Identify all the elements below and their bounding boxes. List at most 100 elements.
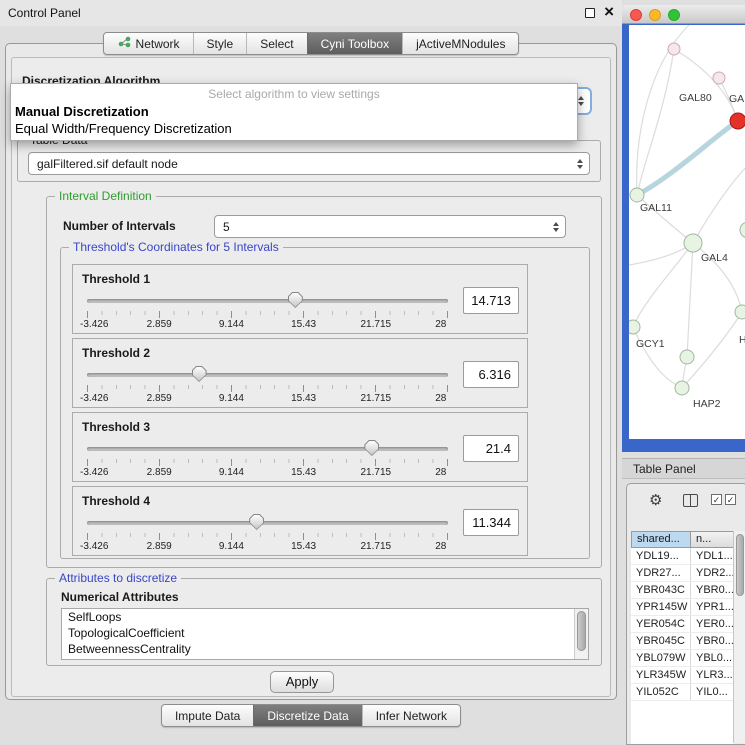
tab-discretize-data[interactable]: Discretize Data xyxy=(253,705,361,726)
tab-select[interactable]: Select xyxy=(246,33,306,54)
tab-impute-data[interactable]: Impute Data xyxy=(162,705,253,726)
table-row[interactable]: YLR345WYLR3... xyxy=(631,667,734,684)
list-item[interactable]: SelfLoops xyxy=(62,609,588,625)
table-row[interactable]: YPR145WYPR1... xyxy=(631,599,734,616)
scale-label: 28 xyxy=(435,393,446,404)
table-row[interactable]: YDR27...YDR2... xyxy=(631,565,734,582)
scale-label: -3.426 xyxy=(80,319,108,330)
tab-label: Cyni Toolbox xyxy=(321,37,389,51)
control-panel-titlebar: Control Panel × xyxy=(0,0,622,26)
apply-button[interactable]: Apply xyxy=(270,671,334,693)
table-data-combobox[interactable]: galFiltered.sif default node xyxy=(28,152,590,175)
table-row[interactable]: YBR045CYBR0... xyxy=(631,633,734,650)
table-cell: YLR345W xyxy=(631,667,691,683)
table-cell: YPR145W xyxy=(631,599,691,615)
highlighted-edge[interactable] xyxy=(637,123,735,195)
network-window-titlebar[interactable] xyxy=(622,5,745,24)
scale-label: 28 xyxy=(435,319,446,330)
slider-track[interactable] xyxy=(87,447,448,451)
close-traffic-light[interactable] xyxy=(630,9,642,21)
columns-icon[interactable] xyxy=(683,494,698,507)
table-row[interactable]: YBL079WYBL0... xyxy=(631,650,734,667)
dropdown-option-manual-discretization[interactable]: Manual Discretization xyxy=(11,103,577,120)
number-of-intervals-label: Number of Intervals xyxy=(63,219,176,233)
float-window-icon[interactable] xyxy=(585,8,595,18)
threshold-slider[interactable] xyxy=(87,514,447,532)
slider-handle[interactable] xyxy=(288,292,303,308)
scale-label: 21.715 xyxy=(361,319,392,330)
network-node[interactable] xyxy=(740,222,745,238)
table-row[interactable]: YIL052CYIL0... xyxy=(631,684,734,701)
table-scrollbar[interactable] xyxy=(733,531,745,743)
network-node[interactable] xyxy=(630,188,644,202)
slider-track[interactable] xyxy=(87,373,448,377)
network-node[interactable] xyxy=(735,305,745,319)
dropdown-option-equal-width[interactable]: Equal Width/Frequency Discretization xyxy=(11,120,577,137)
gear-icon[interactable]: ⚙ xyxy=(649,491,662,509)
network-node[interactable] xyxy=(629,320,640,334)
scale-label: -3.426 xyxy=(80,541,108,552)
algorithm-dropdown-list: Select algorithm to view settings Manual… xyxy=(10,83,578,141)
slider-handle[interactable] xyxy=(364,440,379,456)
scale-label: 21.715 xyxy=(361,393,392,404)
threshold-box: Threshold 4 -3.426 2.859 9.144 15.43 21.… xyxy=(72,486,528,556)
scale-label: 2.859 xyxy=(147,393,172,404)
selected-network-node[interactable] xyxy=(730,113,745,129)
slider-track[interactable] xyxy=(87,299,448,303)
network-node[interactable] xyxy=(680,350,694,364)
scrollbar-thumb[interactable] xyxy=(736,534,744,596)
threshold-slider[interactable] xyxy=(87,366,447,384)
network-node[interactable] xyxy=(684,234,702,252)
select-columns-icon[interactable]: ✓ ✓ xyxy=(711,494,736,505)
network-node[interactable] xyxy=(713,72,725,84)
network-canvas[interactable]: GAL80 GA GAL11 GAL4 GCY1 HAP2 H xyxy=(629,25,745,439)
interval-definition-group: Interval Definition Number of Intervals … xyxy=(46,196,602,568)
table-cell: YLR3... xyxy=(691,667,734,683)
threshold-value-field[interactable] xyxy=(463,287,519,314)
threshold-value-field[interactable] xyxy=(463,435,519,462)
table-row[interactable]: YDL19...YDL1... xyxy=(631,548,734,565)
slider-handle[interactable] xyxy=(192,366,207,382)
slider-handle[interactable] xyxy=(249,514,264,530)
threshold-label: Threshold 3 xyxy=(82,420,150,434)
number-of-intervals-combobox[interactable]: 5 xyxy=(214,215,566,238)
list-scrollbar[interactable] xyxy=(574,609,588,659)
table-row[interactable]: YER054CYER0... xyxy=(631,616,734,633)
threshold-value-field[interactable] xyxy=(463,361,519,388)
list-item[interactable]: TopologicalCoefficient xyxy=(62,625,588,641)
column-header-name[interactable]: n... xyxy=(691,531,734,548)
threshold-value-field[interactable] xyxy=(463,509,519,536)
tab-network[interactable]: Network xyxy=(104,33,193,54)
scale-label: 9.144 xyxy=(219,467,244,478)
column-header-shared-name[interactable]: shared... xyxy=(631,531,691,548)
tab-style[interactable]: Style xyxy=(193,33,247,54)
tab-cyni-toolbox[interactable]: Cyni Toolbox xyxy=(307,33,402,54)
node-label: GAL80 xyxy=(679,92,712,104)
network-node[interactable] xyxy=(675,381,689,395)
node-label: GAL11 xyxy=(640,202,672,214)
table-cell: YBR0... xyxy=(691,582,734,598)
scrollbar-thumb[interactable] xyxy=(577,611,586,651)
scale-label: -3.426 xyxy=(80,393,108,404)
network-node[interactable] xyxy=(668,43,680,55)
minimize-traffic-light[interactable] xyxy=(649,9,661,21)
table-cell: YER054C xyxy=(631,616,691,632)
slider-ticks xyxy=(87,533,448,540)
table-row[interactable]: YBR043CYBR0... xyxy=(631,582,734,599)
tab-infer-network[interactable]: Infer Network xyxy=(362,705,460,726)
bottom-tab-bar: Impute Data Discretize Data Infer Networ… xyxy=(0,704,622,727)
scale-label: 28 xyxy=(435,467,446,478)
numerical-attributes-list[interactable]: SelfLoops TopologicalCoefficient Between… xyxy=(61,608,589,660)
slider-track[interactable] xyxy=(87,521,448,525)
threshold-slider[interactable] xyxy=(87,292,447,310)
table-cell: YDL1... xyxy=(691,548,734,564)
table-cell: YIL052C xyxy=(631,684,691,700)
tab-jactivemnodules[interactable]: jActiveMNodules xyxy=(402,33,518,54)
close-icon[interactable]: × xyxy=(604,2,614,22)
zoom-traffic-light[interactable] xyxy=(668,9,680,21)
tab-label: Network xyxy=(136,37,180,51)
slider-scale: -3.426 2.859 9.144 15.43 21.715 28 xyxy=(87,467,448,479)
list-item[interactable]: BetweennessCentrality xyxy=(62,641,588,657)
scale-label: 15.43 xyxy=(291,541,316,552)
threshold-slider[interactable] xyxy=(87,440,447,458)
